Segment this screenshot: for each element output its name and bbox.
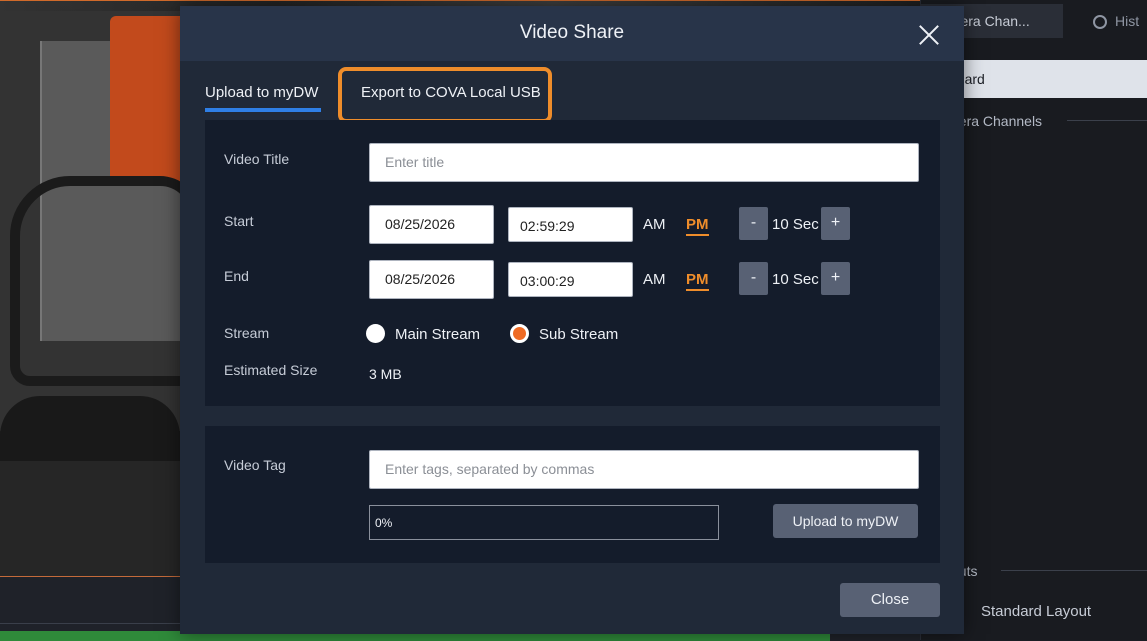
sub-stream-label[interactable]: Sub Stream [539,326,618,343]
tab-upload-label: Upload to myDW [205,84,319,101]
start-time-input[interactable]: 02:59:29 [508,207,633,242]
start-date-input[interactable]: 08/25/2026 [369,205,494,244]
video-tag-panel: Video Tag Enter tags, separated by comma… [205,426,940,563]
tab-usb-label: Export to COVA Local USB [361,84,541,101]
upload-to-mydw-button[interactable]: Upload to myDW [773,504,918,538]
camera-scene-floor [0,461,180,577]
main-stream-label[interactable]: Main Stream [395,326,480,343]
start-am-toggle[interactable]: AM [643,216,666,233]
estimated-size-value: 3 MB [369,366,402,382]
end-am-toggle[interactable]: AM [643,271,666,288]
video-tags-input[interactable]: Enter tags, separated by commas [369,450,919,489]
estimated-size-label: Estimated Size [224,362,318,378]
tab-history-label: Hist [1115,13,1140,29]
upload-progress-text: 0% [375,516,393,530]
dialog-title: Video Share [519,22,625,43]
video-tag-label: Video Tag [224,457,286,473]
active-tab-indicator [205,108,321,112]
end-step-value: 10 Sec [772,271,819,288]
start-label: Start [224,213,254,229]
camera-scene-shirt [110,16,180,186]
section-divider [1067,120,1147,121]
section-camera-channels: nera Channels [951,113,1043,129]
video-title-label: Video Title [224,151,290,167]
camera-scene-chair [10,176,200,386]
end-increment-button[interactable]: + [821,262,850,295]
close-button[interactable]: Close [840,583,940,617]
start-step-value: 10 Sec [772,216,819,233]
upload-progress-bar: 0% [369,505,719,540]
main-stream-radio[interactable] [366,324,385,343]
tab-upload-to-mydw[interactable]: Upload to myDW [205,84,321,112]
layout-item-standard[interactable]: Standard Layout [966,594,1147,630]
end-date-input[interactable]: 08/25/2026 [369,260,494,299]
end-time-input[interactable]: 03:00:29 [508,262,633,297]
tab-history[interactable]: Hist [1083,4,1147,38]
close-icon[interactable] [918,24,940,46]
history-icon [1093,15,1107,29]
start-increment-button[interactable]: + [821,207,850,240]
sub-stream-radio[interactable] [510,324,529,343]
end-label: End [224,268,249,284]
video-share-dialog: Video Share Upload to myDW Export to COV… [180,6,964,634]
section-divider [1001,570,1147,571]
dialog-header: Video Share [180,6,964,61]
start-decrement-button[interactable]: - [739,207,768,240]
end-decrement-button[interactable]: - [739,262,768,295]
video-details-panel: Video Title Enter title Start 08/25/2026… [205,120,940,406]
end-pm-toggle[interactable]: PM [686,271,709,291]
video-title-input[interactable]: Enter title [369,143,919,182]
stream-label: Stream [224,325,270,341]
start-pm-toggle[interactable]: PM [686,216,709,236]
tab-export-usb[interactable]: Export to COVA Local USB [361,84,541,101]
